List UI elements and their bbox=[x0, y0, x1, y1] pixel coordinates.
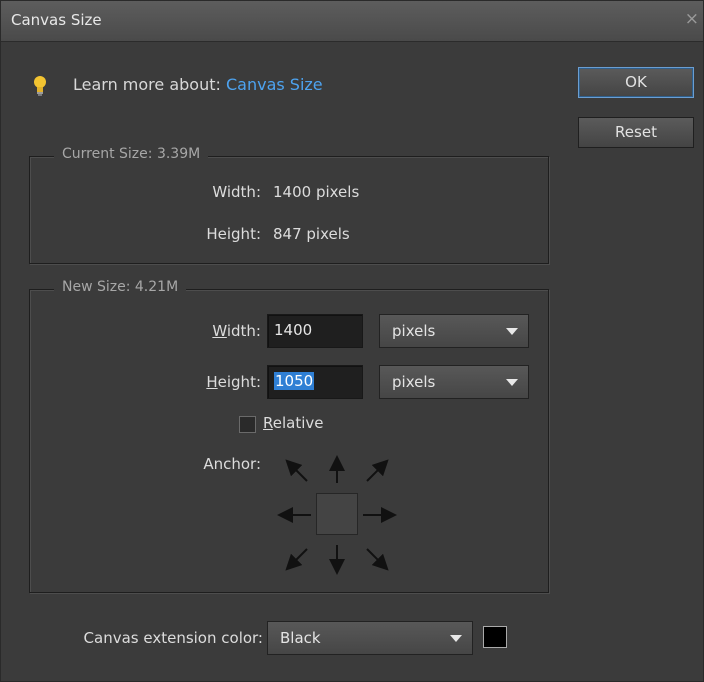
arrow-down-left-icon[interactable] bbox=[285, 548, 308, 571]
arrow-up-right-icon[interactable] bbox=[366, 459, 389, 482]
relative-label-rest: elative bbox=[272, 414, 324, 432]
extension-color-select[interactable]: Black bbox=[267, 621, 473, 655]
new-height-unit: pixels bbox=[392, 373, 436, 391]
close-icon[interactable]: × bbox=[685, 9, 699, 29]
new-height-value: 1050 bbox=[274, 372, 315, 390]
new-width-label: Width: bbox=[167, 322, 261, 340]
anchor-label: Anchor: bbox=[203, 455, 261, 473]
color-swatch[interactable] bbox=[483, 626, 507, 648]
chevron-down-icon bbox=[450, 635, 462, 642]
relative-checkbox[interactable] bbox=[239, 416, 256, 433]
new-height-unit-select[interactable]: pixels bbox=[379, 365, 529, 399]
new-width-label-rest: idth: bbox=[226, 322, 261, 340]
new-height-input[interactable]: 1050 bbox=[267, 365, 363, 399]
learn-more-link[interactable]: Canvas Size bbox=[226, 75, 323, 94]
title-bar[interactable]: Canvas Size × bbox=[1, 1, 703, 42]
relative-label[interactable]: Relative bbox=[263, 414, 324, 432]
current-height-value: 847 pixels bbox=[273, 225, 350, 243]
chevron-down-icon bbox=[506, 379, 518, 386]
current-size-legend: Current Size: 3.39M bbox=[54, 146, 209, 162]
extension-color-value: Black bbox=[280, 629, 321, 647]
chevron-down-icon bbox=[506, 328, 518, 335]
arrow-up-left-icon[interactable] bbox=[285, 459, 308, 482]
anchor-arrows[interactable] bbox=[271, 451, 401, 581]
current-width-label: Width: bbox=[212, 183, 261, 201]
new-width-unit: pixels bbox=[392, 322, 436, 340]
lightbulb-icon bbox=[34, 76, 46, 96]
arrow-down-right-icon[interactable] bbox=[366, 548, 389, 571]
new-width-mnemonic: W bbox=[212, 322, 227, 340]
new-height-label: Height: bbox=[167, 373, 261, 391]
extension-color-label: Canvas extension color: bbox=[83, 629, 263, 647]
current-height-label: Height: bbox=[206, 225, 261, 243]
new-size-legend: New Size: 4.21M bbox=[54, 279, 187, 295]
dialog-title: Canvas Size bbox=[11, 11, 102, 29]
ok-button[interactable]: OK bbox=[578, 67, 694, 98]
new-width-input[interactable]: 1400 bbox=[267, 314, 363, 348]
reset-button[interactable]: Reset bbox=[578, 117, 694, 148]
new-width-unit-select[interactable]: pixels bbox=[379, 314, 529, 348]
new-height-label-rest: eight: bbox=[217, 373, 261, 391]
new-height-mnemonic: H bbox=[206, 373, 218, 391]
learn-more-prefix: Learn more about: bbox=[73, 75, 226, 94]
current-width-value: 1400 pixels bbox=[273, 183, 360, 201]
new-width-value: 1400 bbox=[274, 321, 313, 339]
canvas-size-dialog: Canvas Size × Learn more about: Canvas S… bbox=[0, 0, 704, 682]
relative-mnemonic: R bbox=[263, 414, 273, 432]
learn-more-label: Learn more about: Canvas Size bbox=[73, 75, 323, 94]
current-size-group: Current Size: 3.39M bbox=[29, 146, 549, 264]
